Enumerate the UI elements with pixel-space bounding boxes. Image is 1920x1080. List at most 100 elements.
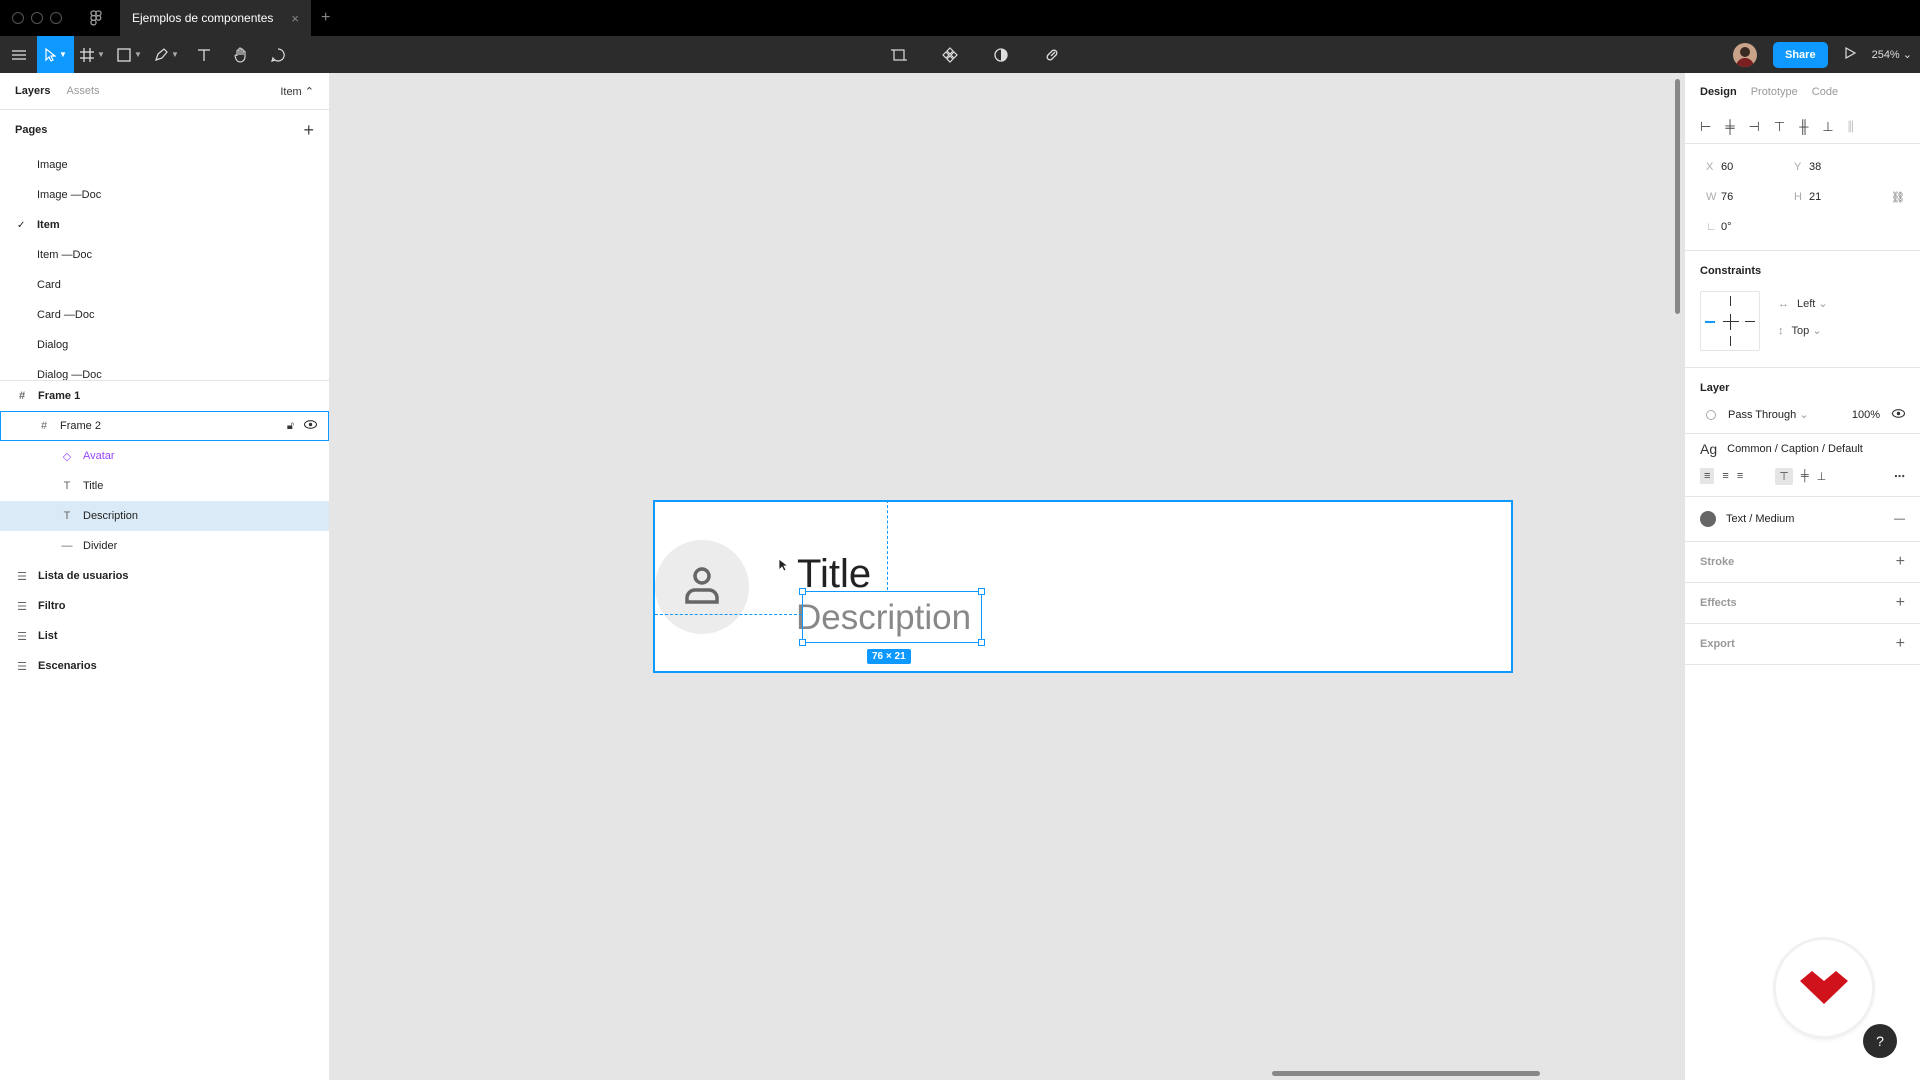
frame-icon xyxy=(80,47,95,62)
new-tab-button[interactable]: + xyxy=(321,9,330,27)
hand-tool-button[interactable] xyxy=(222,36,259,73)
user-avatar[interactable] xyxy=(1733,42,1757,67)
distribute-icon[interactable]: ⫼ xyxy=(1848,119,1854,135)
resize-handle[interactable] xyxy=(799,588,806,595)
page-item[interactable]: Card —Doc xyxy=(0,300,329,330)
page-item[interactable]: Item —Doc xyxy=(0,240,329,270)
text-align-left-icon[interactable]: ≡ xyxy=(1700,468,1715,484)
share-button[interactable]: Share xyxy=(1773,41,1828,68)
constraint-top-bar[interactable] xyxy=(1730,296,1731,306)
align-right-icon[interactable]: ⊣ xyxy=(1749,119,1760,135)
text-align-bottom-icon[interactable]: ⊥ xyxy=(1817,470,1827,483)
resize-handle[interactable] xyxy=(978,588,985,595)
figma-home-icon[interactable] xyxy=(86,8,106,28)
tab-layers[interactable]: Layers xyxy=(15,85,50,97)
present-play-icon[interactable] xyxy=(1844,46,1856,62)
horizontal-constraint-select[interactable]: ↔ Left ⌄ xyxy=(1778,297,1828,310)
design-canvas[interactable]: Title Description 76 × 21 xyxy=(330,73,1684,1080)
create-component-icon[interactable] xyxy=(880,36,917,73)
help-button[interactable]: ? xyxy=(1863,1024,1897,1058)
layer-lista-de-usuarios[interactable]: ☰ Lista de usuarios xyxy=(0,561,329,591)
fill-row[interactable]: Text / Medium — xyxy=(1700,497,1905,541)
link-icon[interactable] xyxy=(1033,36,1070,73)
text-align-middle-icon[interactable]: ╪ xyxy=(1801,470,1809,482)
page-item[interactable]: Image —Doc xyxy=(0,180,329,210)
layer-title[interactable]: T Title xyxy=(0,471,329,501)
mask-contrast-icon[interactable] xyxy=(982,36,1019,73)
layer-avatar[interactable]: ◇ Avatar xyxy=(0,441,329,471)
height-input[interactable]: 21 xyxy=(1809,191,1882,203)
align-bottom-icon[interactable]: ⊥ xyxy=(1822,119,1833,135)
tab-prototype[interactable]: Prototype xyxy=(1751,86,1798,98)
component-icon[interactable] xyxy=(931,36,968,73)
vertical-constraint-select[interactable]: ↕ Top ⌄ xyxy=(1778,324,1828,337)
resize-handle[interactable] xyxy=(978,639,985,646)
close-window-button[interactable] xyxy=(12,12,24,24)
layer-label: Title xyxy=(83,480,104,492)
comment-tool-button[interactable] xyxy=(259,36,296,73)
page-item[interactable]: Dialog xyxy=(0,330,329,360)
page-item[interactable]: Image xyxy=(0,150,329,180)
add-page-button[interactable]: + xyxy=(303,120,314,141)
vertical-scrollbar[interactable] xyxy=(1675,79,1680,314)
zoom-dropdown[interactable]: 254% ⌄ xyxy=(1872,48,1912,61)
canvas-frame-2[interactable]: Title Description xyxy=(653,500,1513,673)
tab-code[interactable]: Code xyxy=(1812,86,1838,98)
text-tool-button[interactable] xyxy=(185,36,222,73)
layer-divider[interactable]: — Divider xyxy=(0,531,329,561)
tab-assets[interactable]: Assets xyxy=(66,85,99,97)
current-page-switcher[interactable]: Item ⌃ xyxy=(280,85,314,98)
document-tab[interactable]: Ejemplos de componentes × xyxy=(120,0,312,36)
constraint-left-bar[interactable] xyxy=(1705,321,1715,323)
layer-frame-2[interactable]: # Frame 2 🔓︎ xyxy=(0,411,329,441)
align-vertical-center-icon[interactable]: ╫ xyxy=(1799,119,1808,134)
remove-fill-icon[interactable]: — xyxy=(1894,513,1905,525)
avatar-placeholder[interactable] xyxy=(655,540,749,634)
move-tool-button[interactable]: ▼ xyxy=(37,36,74,73)
constrain-proportions-icon[interactable]: ⛓︎ xyxy=(1891,191,1905,204)
maximize-window-button[interactable] xyxy=(50,12,62,24)
layer-list[interactable]: ☰ List xyxy=(0,621,329,651)
more-options-icon[interactable]: ⋯ xyxy=(1894,470,1905,483)
layer-description[interactable]: T Description xyxy=(0,501,329,531)
fill-color-swatch[interactable] xyxy=(1700,511,1716,527)
align-horizontal-center-icon[interactable]: ╪ xyxy=(1725,119,1734,134)
layer-filtro[interactable]: ☰ Filtro xyxy=(0,591,329,621)
constraint-bottom-bar[interactable] xyxy=(1730,336,1731,346)
width-input[interactable]: 76 xyxy=(1721,191,1794,203)
add-stroke-icon[interactable]: + xyxy=(1896,553,1905,571)
rotation-input[interactable]: 0° xyxy=(1721,221,1794,233)
align-left-icon[interactable]: ⊢ xyxy=(1700,119,1711,135)
layer-escenarios[interactable]: ☰ Escenarios xyxy=(0,651,329,681)
eye-icon[interactable] xyxy=(1891,408,1906,421)
text-align-center-icon[interactable]: ≡ xyxy=(1722,470,1728,482)
page-item[interactable]: Dialog —Doc xyxy=(0,360,329,380)
horizontal-scrollbar[interactable] xyxy=(1272,1071,1540,1076)
blend-mode-select[interactable]: Pass Through ⌄ xyxy=(1728,408,1809,421)
constraints-widget[interactable] xyxy=(1700,291,1760,351)
layer-frame-1[interactable]: # Frame 1 xyxy=(0,381,329,411)
shape-tool-button[interactable]: ▼ xyxy=(111,36,148,73)
align-top-icon[interactable]: ⊤ xyxy=(1774,119,1785,135)
opacity-input[interactable]: 100% xyxy=(1852,409,1880,421)
pen-tool-button[interactable]: ▼ xyxy=(148,36,185,73)
eye-icon[interactable] xyxy=(303,419,318,433)
add-effect-icon[interactable]: + xyxy=(1896,594,1905,612)
tab-design[interactable]: Design xyxy=(1700,86,1737,98)
minimize-window-button[interactable] xyxy=(31,12,43,24)
close-tab-icon[interactable]: × xyxy=(291,11,299,26)
text-align-top-icon[interactable]: ⊤ xyxy=(1775,467,1793,485)
text-style-row[interactable]: Ag Common / Caption / Default xyxy=(1700,434,1905,464)
text-align-right-icon[interactable]: ≡ xyxy=(1737,470,1743,482)
constraint-right-bar[interactable] xyxy=(1745,321,1755,322)
unlock-icon[interactable]: 🔓︎ xyxy=(287,420,294,433)
frame-tool-button[interactable]: ▼ xyxy=(74,36,111,73)
resize-handle[interactable] xyxy=(799,639,806,646)
y-input[interactable]: 38 xyxy=(1809,161,1882,173)
page-item-current[interactable]: ✓ Item xyxy=(0,210,329,240)
add-export-icon[interactable]: + xyxy=(1896,635,1905,653)
x-input[interactable]: 60 xyxy=(1721,161,1794,173)
main-menu-icon[interactable] xyxy=(0,36,37,73)
page-item[interactable]: Card xyxy=(0,270,329,300)
selection-box[interactable] xyxy=(799,588,985,646)
